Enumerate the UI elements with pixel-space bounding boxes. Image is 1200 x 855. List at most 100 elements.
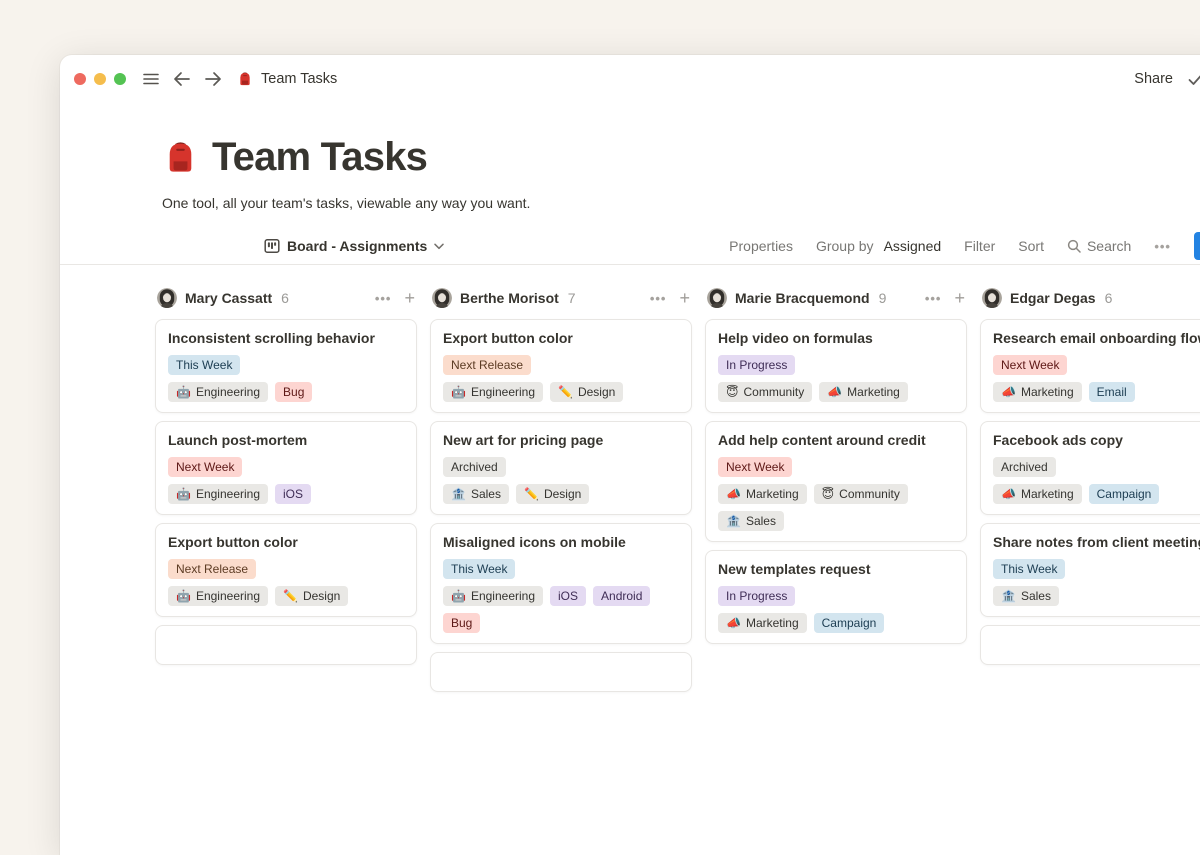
new-button[interactable]: New bbox=[1194, 232, 1200, 260]
pill-label: Marketing bbox=[746, 613, 799, 633]
backpack-icon bbox=[237, 71, 253, 87]
tag-pill-engineering[interactable]: 🤖Engineering bbox=[168, 586, 268, 606]
view-switcher[interactable]: Board - Assignments bbox=[264, 238, 444, 254]
task-card[interactable]: Help video on formulasIn Progress😇Commun… bbox=[705, 319, 967, 413]
tag-pill-sales[interactable]: 🏦Sales bbox=[993, 586, 1059, 606]
window-topbar: Team Tasks Share Updates bbox=[60, 55, 1200, 103]
column-add-icon[interactable]: + bbox=[954, 289, 965, 307]
pill-bug[interactable]: Bug bbox=[275, 382, 312, 402]
pill-in-progress[interactable]: In Progress bbox=[718, 355, 795, 375]
tag-pill-marketing[interactable]: 📣Marketing bbox=[993, 484, 1082, 504]
pill-next-week[interactable]: Next Week bbox=[993, 355, 1067, 375]
pill-label: Next Week bbox=[1001, 355, 1059, 375]
pill-label: Sales bbox=[746, 511, 776, 531]
properties-button[interactable]: Properties bbox=[729, 238, 793, 254]
pill-this-week[interactable]: This Week bbox=[168, 355, 240, 375]
card-title: Add help content around credit bbox=[718, 430, 954, 450]
pill-ios[interactable]: iOS bbox=[275, 484, 311, 504]
tag-emoji: 🏦 bbox=[1001, 586, 1016, 606]
column-add-icon[interactable]: + bbox=[679, 289, 690, 307]
card-tags-row: 📣Marketing 😇Community 🏦Sales bbox=[718, 484, 954, 531]
pill-label: Design bbox=[544, 484, 581, 504]
sort-button[interactable]: Sort bbox=[1018, 238, 1044, 254]
column-cards: Inconsistent scrolling behaviorThis Week… bbox=[155, 319, 417, 665]
card-tags-row: 📣Marketing Email bbox=[993, 382, 1200, 402]
group-by-button[interactable]: Group byAssigned bbox=[816, 238, 941, 254]
task-card[interactable]: Export button colorNext Release🤖Engineer… bbox=[155, 523, 417, 617]
column-count: 6 bbox=[1105, 290, 1113, 306]
pill-campaign[interactable]: Campaign bbox=[1089, 484, 1160, 504]
tag-pill-marketing[interactable]: 📣Marketing bbox=[718, 613, 807, 633]
task-card[interactable]: Facebook ads copyArchived📣MarketingCampa… bbox=[980, 421, 1200, 515]
tag-pill-design[interactable]: ✏️Design bbox=[275, 586, 348, 606]
tag-pill-marketing[interactable]: 📣Marketing bbox=[718, 484, 807, 504]
tag-emoji: 📣 bbox=[1001, 484, 1016, 504]
tag-pill-community[interactable]: 😇Community bbox=[814, 484, 908, 504]
tag-emoji: 🤖 bbox=[176, 382, 191, 402]
task-card[interactable]: Research email onboarding flowsNext Week… bbox=[980, 319, 1200, 413]
search-button[interactable]: Search bbox=[1067, 238, 1131, 254]
tag-emoji: 📣 bbox=[726, 484, 741, 504]
tag-pill-sales[interactable]: 🏦Sales bbox=[443, 484, 509, 504]
task-card[interactable]: Add help content around credit Next Week 📣… bbox=[705, 421, 967, 542]
task-card[interactable]: Share notes from client meetingThis Week… bbox=[980, 523, 1200, 617]
pill-this-week[interactable]: This Week bbox=[993, 559, 1065, 579]
tag-pill-engineering[interactable]: 🤖Engineering bbox=[168, 484, 268, 504]
column-add-icon[interactable]: + bbox=[404, 289, 415, 307]
pill-email[interactable]: Email bbox=[1089, 382, 1135, 402]
pill-this-week[interactable]: This Week bbox=[443, 559, 515, 579]
pill-ios[interactable]: iOS bbox=[550, 586, 586, 606]
tag-pill-engineering[interactable]: 🤖Engineering bbox=[443, 382, 543, 402]
pill-next-week[interactable]: Next Week bbox=[168, 457, 242, 477]
column-more-icon[interactable]: ••• bbox=[650, 291, 667, 306]
tag-pill-design[interactable]: ✏️Design bbox=[550, 382, 623, 402]
task-card[interactable]: Inconsistent scrolling behaviorThis Week… bbox=[155, 319, 417, 413]
pill-in-progress[interactable]: In Progress bbox=[718, 586, 795, 606]
forward-arrow-icon[interactable] bbox=[204, 71, 222, 87]
share-button[interactable]: Share bbox=[1134, 71, 1173, 87]
back-arrow-icon[interactable] bbox=[173, 71, 191, 87]
page-backpack-icon[interactable] bbox=[162, 139, 199, 176]
tag-pill-community[interactable]: 😇Community bbox=[718, 382, 812, 402]
card-tags-row: 📣Marketing Campaign bbox=[718, 613, 954, 633]
pill-next-week[interactable]: Next Week bbox=[718, 457, 792, 477]
pill-label: Next Week bbox=[176, 457, 234, 477]
tag-pill-engineering[interactable]: 🤖Engineering bbox=[443, 586, 543, 606]
pill-label: Campaign bbox=[1097, 484, 1152, 504]
pill-archived[interactable]: Archived bbox=[993, 457, 1056, 477]
column-more-icon[interactable]: ••• bbox=[925, 291, 942, 306]
pill-bug[interactable]: Bug bbox=[443, 613, 480, 633]
task-card[interactable]: Export button colorNext Release🤖Engineer… bbox=[430, 319, 692, 413]
toolbar-divider bbox=[60, 264, 1200, 265]
task-card[interactable]: Misaligned icons on mobileThis Week🤖Engi… bbox=[430, 523, 692, 644]
tag-pill-engineering[interactable]: 🤖Engineering bbox=[168, 382, 268, 402]
tag-pill-marketing[interactable]: 📣Marketing bbox=[993, 382, 1082, 402]
pill-label: Campaign bbox=[822, 613, 877, 633]
column-cards: Export button colorNext Release🤖Engineer… bbox=[430, 319, 692, 692]
menu-icon[interactable] bbox=[142, 70, 160, 88]
column-name: Marie Bracquemond bbox=[735, 290, 870, 306]
tag-pill-design[interactable]: ✏️Design bbox=[516, 484, 589, 504]
pill-next-release[interactable]: Next Release bbox=[443, 355, 531, 375]
card-partial[interactable] bbox=[430, 652, 692, 692]
zoom-window-button[interactable] bbox=[114, 73, 126, 85]
tag-pill-marketing[interactable]: 📣Marketing bbox=[819, 382, 908, 402]
pill-archived[interactable]: Archived bbox=[443, 457, 506, 477]
tag-pill-sales[interactable]: 🏦Sales bbox=[718, 511, 784, 531]
close-window-button[interactable] bbox=[74, 73, 86, 85]
pill-campaign[interactable]: Campaign bbox=[814, 613, 885, 633]
task-card[interactable]: Launch post-mortemNext Week🤖Engineeringi… bbox=[155, 421, 417, 515]
card-partial[interactable] bbox=[155, 625, 417, 665]
toolbar-more-icon[interactable]: ••• bbox=[1154, 239, 1171, 254]
board-view-icon bbox=[264, 238, 280, 254]
minimize-window-button[interactable] bbox=[94, 73, 106, 85]
filter-button[interactable]: Filter bbox=[964, 238, 995, 254]
column-actions: ••• + bbox=[375, 289, 415, 307]
card-partial[interactable] bbox=[980, 625, 1200, 665]
task-card[interactable]: New art for pricing pageArchived🏦Sales✏️… bbox=[430, 421, 692, 515]
card-status-row: This Week bbox=[168, 355, 404, 375]
pill-next-release[interactable]: Next Release bbox=[168, 559, 256, 579]
pill-android[interactable]: Android bbox=[593, 586, 650, 606]
card-tags-row: 📣Marketing Campaign bbox=[993, 484, 1200, 504]
column-more-icon[interactable]: ••• bbox=[375, 291, 392, 306]
